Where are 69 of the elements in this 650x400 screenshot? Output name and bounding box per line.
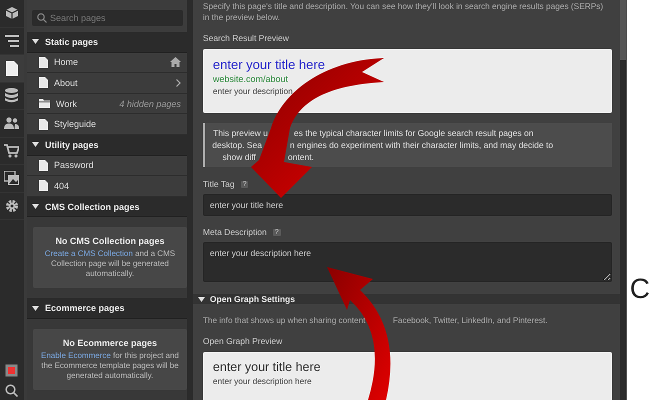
caret-icon — [32, 39, 39, 44]
input-field[interactable]: enter your title here — [202, 194, 612, 216]
empty-state-link[interactable]: Enable Ecommerce — [41, 350, 111, 360]
users-icon — [4, 117, 20, 130]
page-icon — [38, 180, 48, 192]
field-label: Title Tag — [202, 179, 235, 189]
page-row[interactable]: 404 — [26, 176, 187, 197]
empty-state-heading: No Ecommerce pages — [62, 338, 158, 348]
note-text: show diff — [222, 151, 256, 163]
hidden-pages-note: 4 hidden pages — [119, 98, 181, 109]
note-text: es the typical character limits for Google search result pages on — [294, 127, 534, 139]
page-row[interactable]: Password — [26, 156, 187, 176]
section-header[interactable]: CMS Collection pages — [26, 196, 187, 218]
search-icon — [36, 13, 47, 23]
settings-icon — [4, 198, 19, 213]
page-icon — [38, 160, 48, 171]
field-label: Meta Description — [202, 227, 267, 237]
preview-url: website.com/about — [212, 74, 289, 84]
page-row[interactable]: Home — [26, 52, 187, 74]
text-area[interactable]: enter your description here — [202, 242, 612, 282]
images-icon — [4, 171, 20, 186]
empty-state-text: Create a CMS Collection and a CMS Collection page will be generated automatically. — [44, 249, 176, 280]
section-header[interactable]: Utility pages — [26, 134, 187, 156]
layers-icon — [4, 34, 19, 47]
search-field[interactable]: Search pages — [32, 10, 183, 26]
preview-description: enter your description — [212, 86, 294, 96]
preview-title: enter your title here — [212, 57, 326, 72]
page-name: Work — [56, 98, 78, 109]
note-text: desktop. Sea — [212, 139, 262, 151]
preview-label: Open Graph Preview — [202, 336, 284, 346]
page-icon — [38, 56, 48, 68]
database-icon — [5, 88, 18, 104]
note-text: n engines do experiment with their character limits, and may decide to — [290, 139, 554, 151]
folder-icon — [38, 99, 50, 108]
section-description: Facebook, Twitter, LinkedIn, and Pinterest. — [392, 316, 548, 325]
section-header[interactable]: Open Graph Settings — [192, 294, 620, 304]
cube-icon — [4, 6, 19, 20]
section-description: The info that shows up when sharing content — [202, 316, 366, 325]
caret-icon — [32, 306, 39, 311]
page-icon — [38, 77, 48, 88]
page-name: Password — [54, 160, 94, 170]
empty-state-heading: No CMS Collection pages — [54, 236, 166, 246]
empty-state-text: Enable Ecommerce for this project and the Ecommerce template pages will be generated automatically. — [40, 350, 180, 381]
caret-icon — [32, 142, 39, 148]
page-row[interactable]: About — [26, 73, 187, 94]
page-name: About — [54, 78, 79, 88]
note-text: ontent. — [288, 151, 314, 163]
page-icon — [6, 60, 18, 76]
cart-icon — [4, 144, 20, 158]
caret-icon — [32, 204, 39, 210]
sidebar-tool-button[interactable] — [0, 55, 24, 82]
caret-icon — [198, 296, 205, 302]
preview-label: Search Result Preview — [202, 33, 290, 43]
intro-text: Specify this page's title and description. You can see how they'll look in search engine results pages (SERPs) in the preview below. — [202, 1, 604, 22]
preview-description: enter your description here — [212, 376, 313, 386]
page-name: 404 — [54, 180, 70, 191]
page-icon — [38, 118, 48, 130]
page-name: Home — [54, 57, 79, 68]
search-icon — [5, 384, 18, 396]
page-row[interactable]: Styleguide — [26, 114, 187, 135]
note-text: This preview u — [213, 127, 268, 139]
preview-title: enter your title here — [212, 360, 322, 374]
record-icon — [5, 364, 18, 376]
page-row[interactable]: Work 4 hidden pages — [26, 94, 187, 114]
section-header[interactable]: Static pages — [26, 32, 187, 53]
empty-state-link[interactable]: Create a CMS Collection — [44, 249, 133, 258]
outside-text: C — [630, 273, 650, 305]
section-header[interactable]: Ecommerce pages — [26, 298, 187, 319]
page-name: Styleguide — [54, 119, 98, 130]
